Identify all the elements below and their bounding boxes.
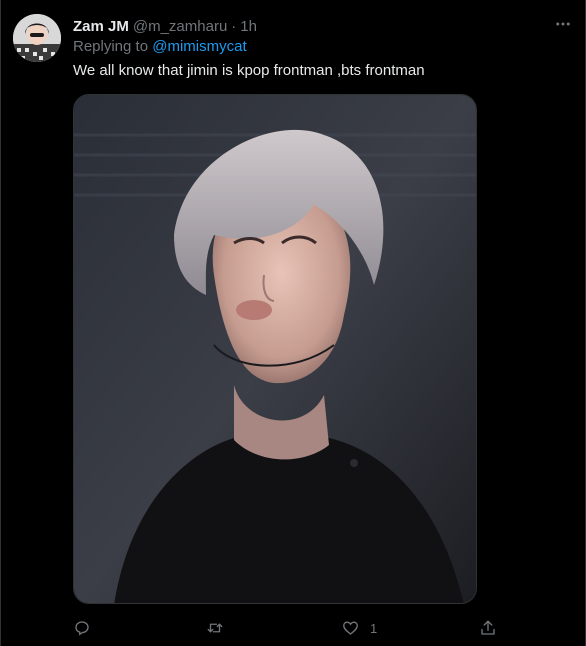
replying-to: Replying to @mimismycat bbox=[73, 38, 247, 55]
more-horizontal-icon bbox=[554, 15, 572, 38]
retweet-icon bbox=[205, 619, 225, 637]
tweet-text: We all know that jimin is kpop frontman … bbox=[73, 62, 425, 79]
like-count: 1 bbox=[370, 620, 378, 636]
display-name[interactable]: Zam JM bbox=[73, 18, 129, 35]
timestamp[interactable]: 1h bbox=[240, 18, 257, 35]
user-handle[interactable]: @m_zamharu bbox=[133, 18, 227, 35]
tweet[interactable]: Zam JM @m_zamharu · 1h Replying to @mimi… bbox=[0, 0, 586, 646]
comment-icon bbox=[73, 619, 91, 637]
tweet-actions: 1 bbox=[1, 614, 586, 642]
replying-to-prefix: Replying to bbox=[73, 38, 153, 55]
replying-to-mention-link[interactable]: @mimismycat bbox=[152, 38, 246, 55]
share-button[interactable] bbox=[479, 614, 497, 642]
retweet-button[interactable] bbox=[205, 614, 235, 642]
avatar[interactable] bbox=[13, 14, 61, 62]
heart-icon bbox=[341, 619, 360, 637]
separator-dot: · bbox=[231, 17, 237, 35]
like-button[interactable]: 1 bbox=[341, 614, 377, 642]
tweet-photo[interactable] bbox=[73, 94, 477, 604]
reply-button[interactable] bbox=[73, 614, 101, 642]
tweet-header: Zam JM @m_zamharu · 1h bbox=[73, 16, 257, 36]
more-options-button[interactable] bbox=[551, 14, 575, 38]
share-icon bbox=[479, 619, 497, 637]
